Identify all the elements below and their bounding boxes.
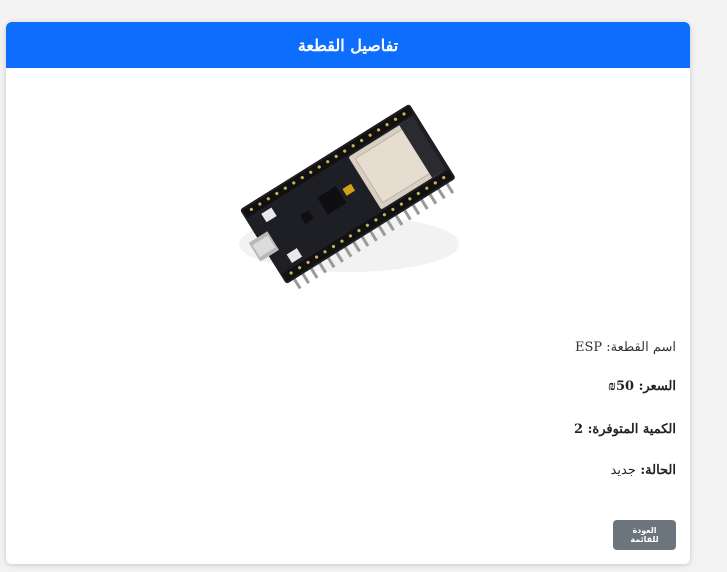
quantity-label: الكمية المتوفرة: bbox=[587, 422, 676, 437]
price-row: السعر: 50₪ bbox=[608, 378, 676, 394]
quantity-value: 2 bbox=[574, 422, 584, 437]
name-label: اسم القطعة: bbox=[606, 340, 676, 355]
name-value: ESP bbox=[574, 340, 603, 355]
quantity-row: الكمية المتوفرة: 2 bbox=[574, 422, 676, 437]
condition-value: جديد bbox=[610, 463, 636, 478]
back-to-list-button[interactable]: العودة للقائمة bbox=[613, 520, 676, 550]
card-header: تفاصيل القطعة bbox=[6, 22, 690, 68]
condition-label: الحالة: bbox=[640, 463, 676, 478]
condition-row: الحالة: جديد bbox=[611, 463, 677, 478]
page-title: تفاصيل القطعة bbox=[297, 35, 399, 55]
detail-card: تفاصيل القطعة اسم القطعة: ESP السعر: 50₪… bbox=[6, 22, 690, 564]
product-image bbox=[231, 94, 471, 304]
price-value: 50₪ bbox=[608, 379, 635, 394]
name-row: اسم القطعة: ESP bbox=[575, 340, 676, 355]
price-label: السعر: bbox=[638, 379, 676, 394]
